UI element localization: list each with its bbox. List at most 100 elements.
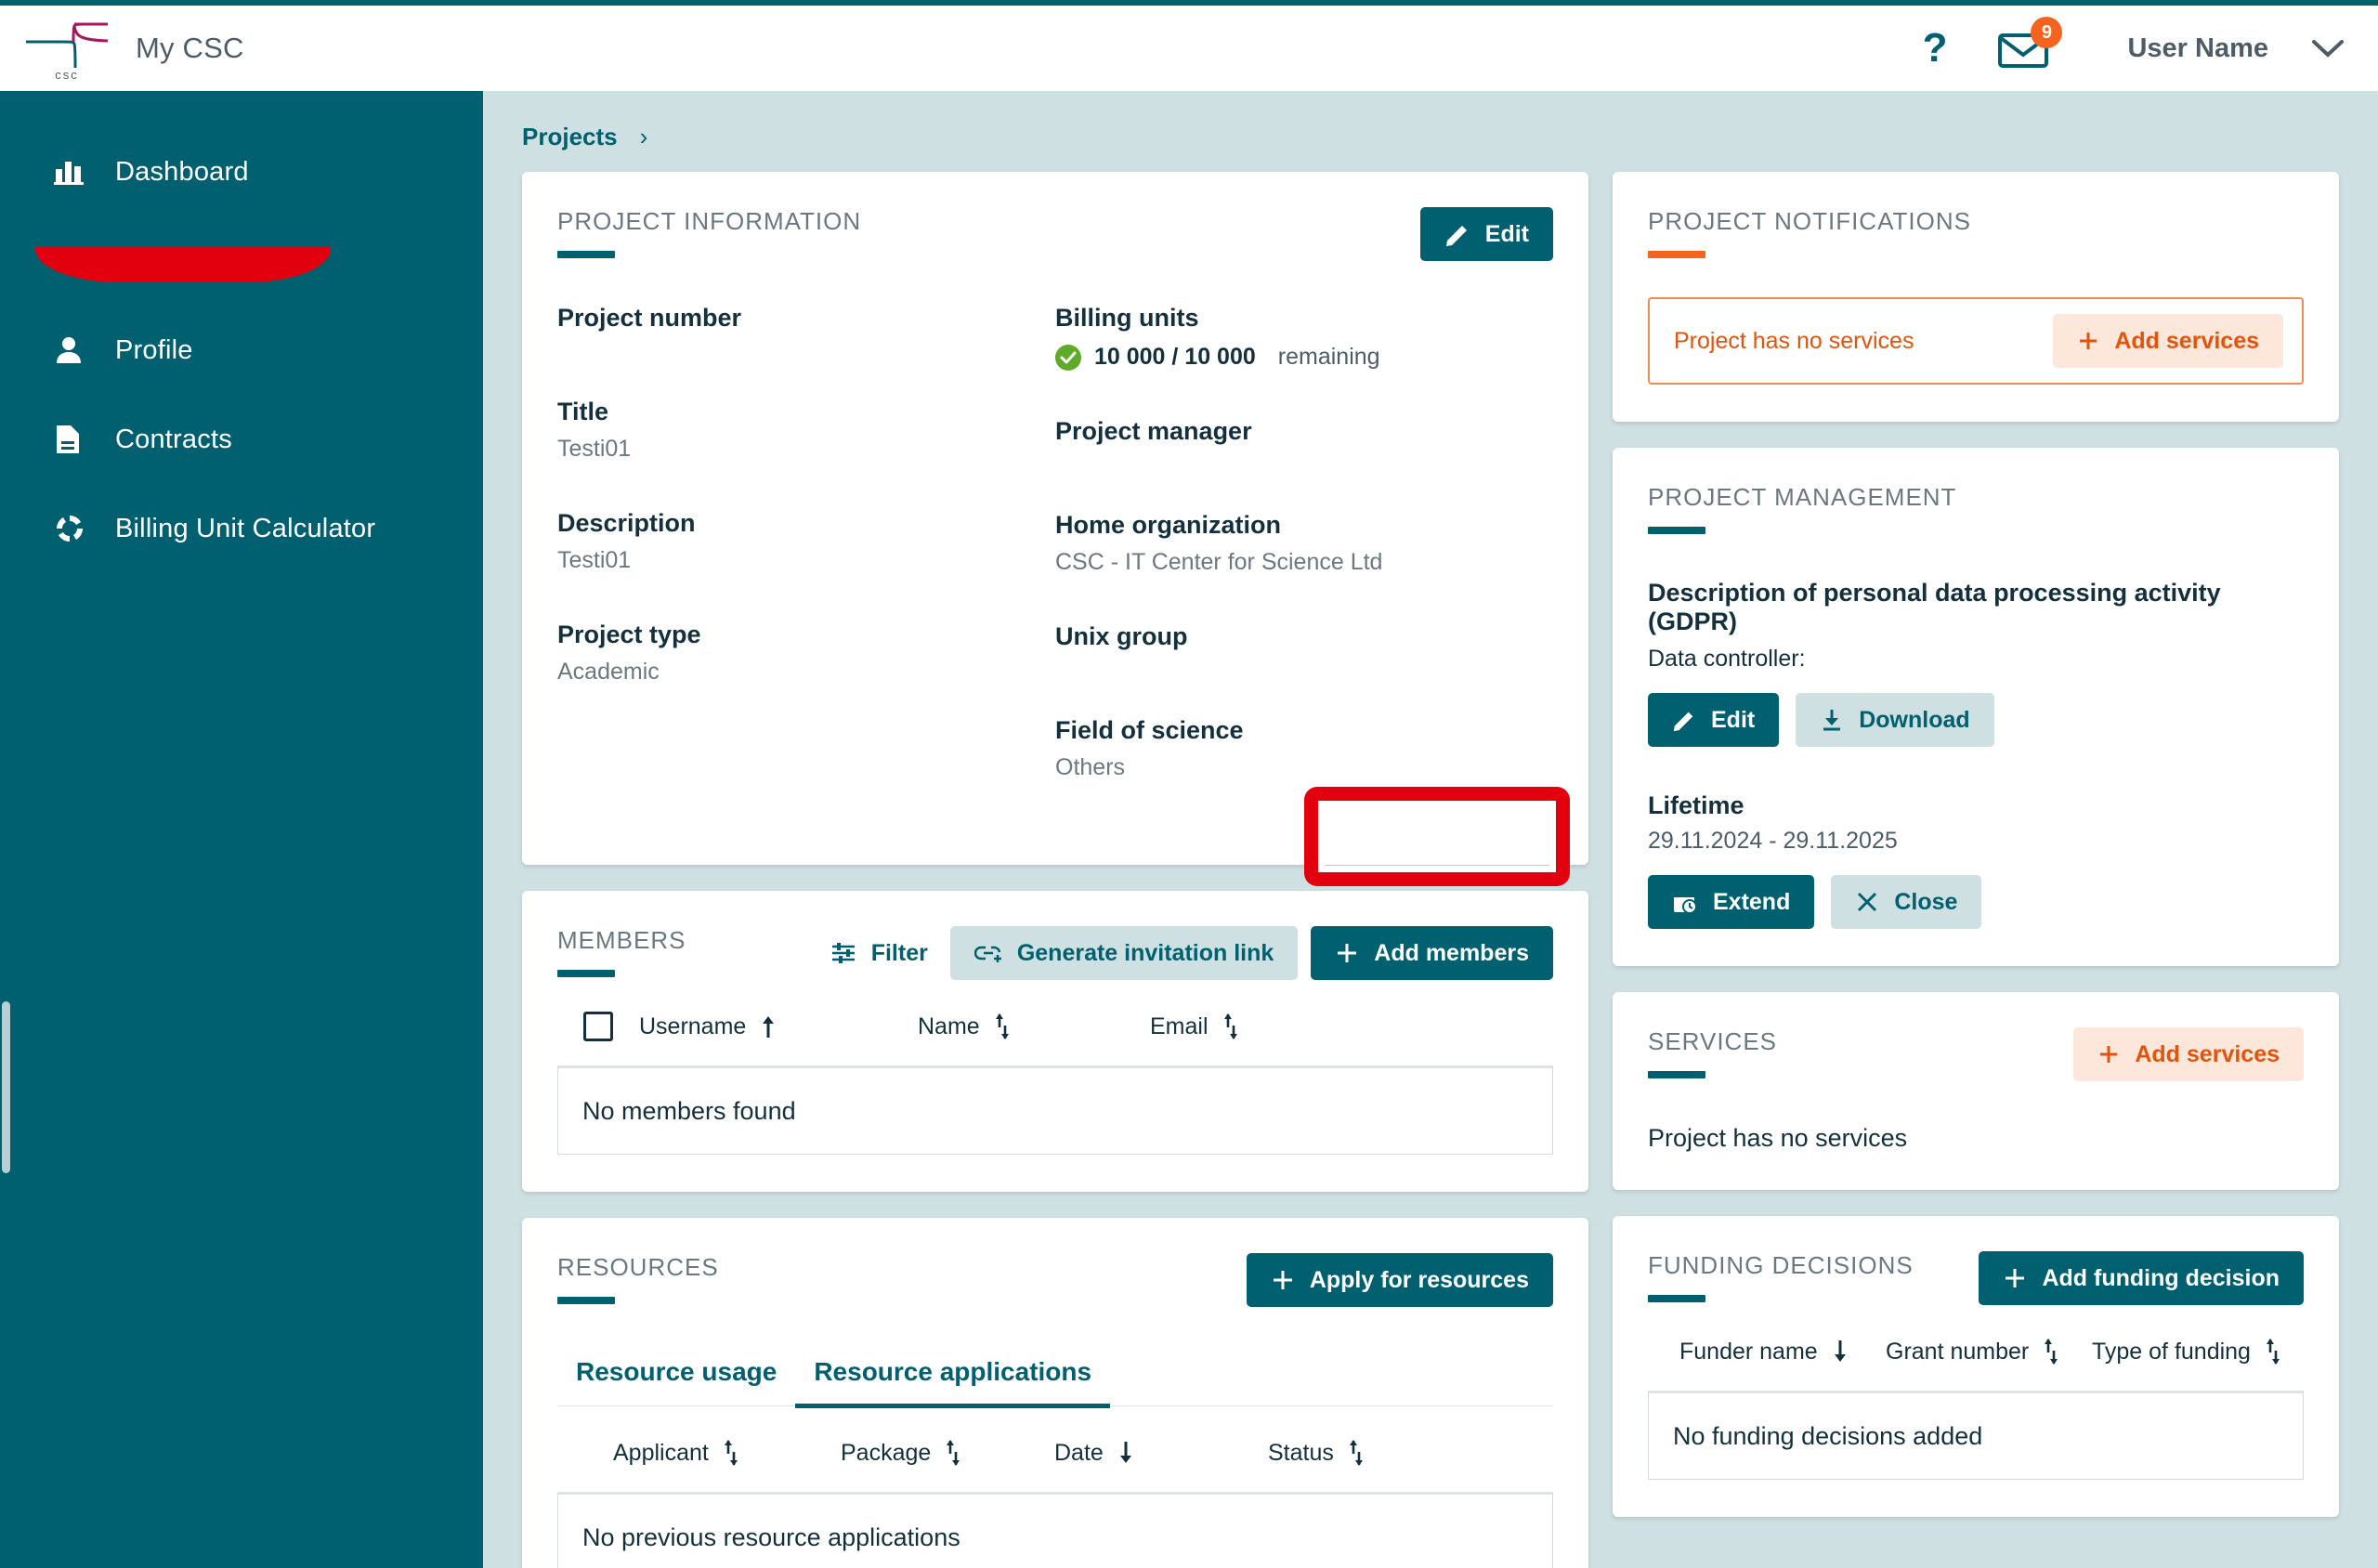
accent-bar [1648, 251, 1705, 258]
top-header: csc My CSC ? 9 User Name [0, 0, 2378, 91]
column-header-grant-number[interactable]: Grant number [1886, 1337, 2092, 1366]
user-name-label[interactable]: User Name [2127, 33, 2268, 64]
add-members-button[interactable]: Add members [1311, 926, 1553, 980]
close-project-button[interactable]: Close [1831, 875, 1982, 929]
extend-label: Extend [1713, 888, 1791, 915]
card-header: SERVICES Add services [1648, 1027, 2304, 1081]
column-header-email[interactable]: Email [1150, 1012, 1382, 1041]
sort-none-icon [993, 1012, 1012, 1041]
gdpr-title: Description of personal data processing … [1648, 579, 2221, 635]
app-title: My CSC [136, 32, 244, 64]
field-label: Unix group [1055, 622, 1188, 650]
column-header-type-of-funding[interactable]: Type of funding [2092, 1337, 2282, 1366]
sidebar-label: Billing Unit Calculator [115, 513, 376, 543]
chevron-down-icon[interactable] [2311, 38, 2345, 59]
column-header-status[interactable]: Status [1268, 1438, 1454, 1468]
sidebar-item-billing-unit-calculator[interactable]: Billing Unit Calculator [0, 492, 483, 565]
field-field-of-science: Field of science Others [1055, 716, 1553, 781]
main-content: Projects › PROJECT INFORMATION Edit Proj… [483, 91, 2378, 1568]
sort-none-icon [1347, 1438, 1365, 1468]
column-header-name[interactable]: Name [918, 1012, 1150, 1041]
generate-invitation-link-label: Generate invitation link [1016, 939, 1274, 966]
add-funding-decision-button[interactable]: Add funding decision [1979, 1251, 2304, 1305]
plus-icon [1335, 941, 1359, 965]
sidebar-item-profile[interactable]: Profile [0, 314, 483, 386]
apply-for-resources-button[interactable]: Apply for resources [1246, 1253, 1553, 1307]
page-scrollbar[interactable] [2, 1001, 10, 1173]
csc-logo-icon: csc [22, 16, 111, 81]
tab-resource-applications[interactable]: Resource applications [795, 1357, 1111, 1408]
page-title: PROJECT INFORMATION [557, 207, 862, 235]
billing-units-suffix: remaining [1277, 344, 1380, 370]
resource-applications-table: Applicant Package Date Status No previou… [557, 1438, 1553, 1568]
field-project-number: Project number [557, 304, 1055, 351]
plus-icon [2077, 330, 2099, 352]
card-header: RESOURCES Apply for resources [557, 1253, 1553, 1307]
members-table-header: Username Name Email [557, 1012, 1553, 1065]
billing-units-amount: 10 000 / 10 000 [1094, 344, 1256, 370]
project-fields-right: Billing units 10 000 / 10 000 remaining [1055, 304, 1553, 828]
add-services-button-notification[interactable]: Add services [2053, 314, 2283, 368]
services-card: SERVICES Add services Project has no ser… [1613, 992, 2339, 1190]
bar-chart-icon [54, 158, 97, 186]
resources-tabs: Resource usage Resource applications [557, 1357, 1553, 1408]
resources-card: RESOURCES Apply for resources Resource u… [522, 1218, 1588, 1568]
field-value: Testi01 [557, 547, 632, 573]
filter-button[interactable]: Filter [821, 926, 937, 980]
sort-desc-icon [1117, 1440, 1135, 1466]
column-header-funder-name[interactable]: Funder name [1679, 1339, 1886, 1365]
generate-invitation-link-button[interactable]: Generate invitation link [949, 926, 1299, 980]
envelope-icon[interactable]: 9 [1973, 17, 2073, 69]
funding-decisions-title: FUNDING DECISIONS [1648, 1251, 1914, 1279]
sidebar: Dashboard Projects Profile [0, 91, 483, 1568]
column-label: Status [1268, 1439, 1334, 1466]
resources-empty-row: No previous resource applications [557, 1492, 1553, 1568]
accent-bar [1648, 1295, 1705, 1302]
resources-table-header: Applicant Package Date Status [557, 1438, 1553, 1492]
field-home-organization: Home organization CSC - IT Center for Sc… [1055, 511, 1553, 576]
card-title-block: PROJECT INFORMATION [557, 207, 861, 258]
column-header-package[interactable]: Package [841, 1438, 1054, 1468]
sidebar-item-dashboard[interactable]: Dashboard [0, 136, 483, 208]
download-gdpr-button[interactable]: Download [1796, 693, 1994, 747]
tab-resource-usage[interactable]: Resource usage [557, 1357, 795, 1408]
person-icon [54, 335, 97, 365]
sidebar-label: Contracts [115, 424, 232, 454]
sidebar-label: Profile [115, 334, 193, 365]
question-mark-icon[interactable]: ? [1897, 28, 1974, 69]
lifetime-button-row: Extend Close [1648, 875, 2304, 929]
alert-message: Project has no services [1674, 327, 1914, 354]
field-label: Field of science [1055, 716, 1244, 744]
sidebar-item-contracts[interactable]: Contracts [0, 403, 483, 476]
add-services-button[interactable]: Add services [2073, 1027, 2304, 1081]
select-all-checkbox[interactable] [583, 1012, 613, 1041]
column-header-username[interactable]: Username [639, 1013, 918, 1040]
field-value: Academic [557, 659, 660, 685]
column-header-date[interactable]: Date [1054, 1440, 1268, 1467]
edit-project-button[interactable]: Edit [1419, 207, 1553, 261]
field-value: Testi01 [557, 436, 632, 462]
card-title-block: PROJECT NOTIFICATIONS [1648, 207, 1971, 258]
brand[interactable]: csc My CSC [0, 16, 244, 81]
extend-lifetime-button[interactable]: Extend [1648, 875, 1815, 929]
pencil-icon [1444, 221, 1470, 247]
check-circle-icon [1055, 344, 1081, 371]
edit-gdpr-button[interactable]: Edit [1648, 693, 1780, 747]
field-value [557, 342, 1055, 351]
project-management-card: PROJECT MANAGEMENT Description of person… [1613, 448, 2339, 966]
filter-sliders-icon [830, 940, 856, 966]
funding-table-header: Funder name Grant number Type of funding [1648, 1337, 2304, 1391]
field-value: CSC - IT Center for Science Ltd [1055, 549, 1383, 575]
download-label: Download [1859, 706, 1970, 733]
lifetime-label: Lifetime [1648, 791, 1744, 819]
gdpr-button-row: Edit Download [1648, 693, 2304, 747]
breadcrumb-item-projects[interactable]: Projects [522, 123, 618, 151]
column-label: Applicant [613, 1439, 709, 1466]
column-header-applicant[interactable]: Applicant [613, 1438, 841, 1468]
members-title: MEMBERS [557, 926, 686, 954]
members-empty-row: No members found [557, 1065, 1553, 1155]
sort-none-icon [722, 1438, 740, 1468]
